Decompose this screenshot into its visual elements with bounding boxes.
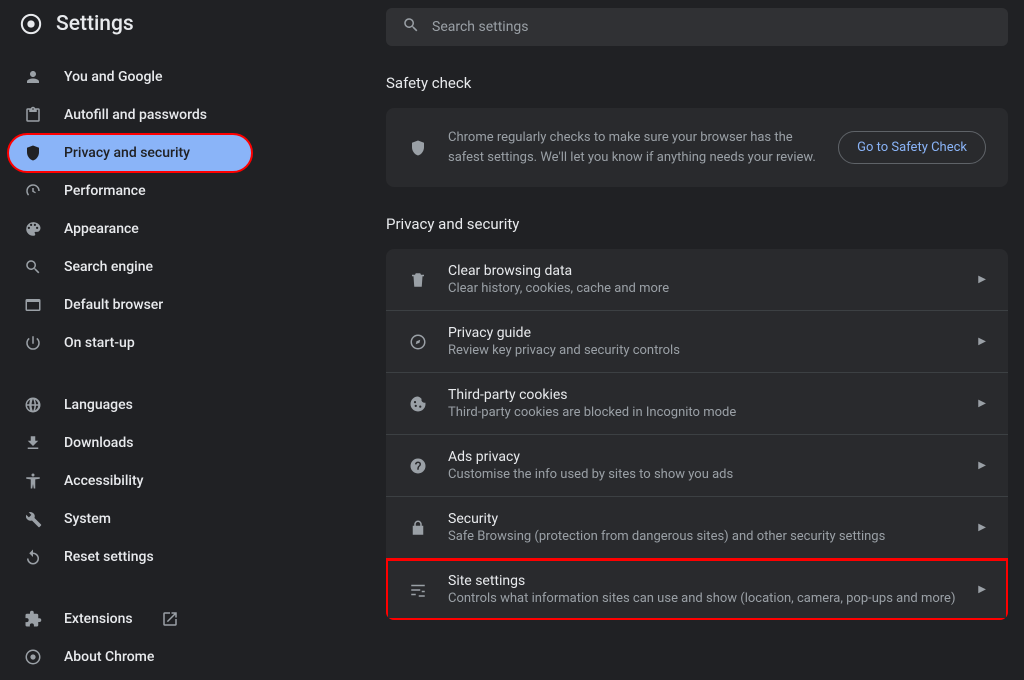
speedometer-icon	[24, 182, 42, 200]
chevron-right-icon: ▶	[978, 274, 986, 285]
list-item-site-settings[interactable]: Site settings Controls what information …	[386, 559, 1008, 620]
sidebar-item-languages[interactable]: Languages	[8, 386, 252, 424]
person-icon	[24, 68, 42, 86]
sidebar-item-performance[interactable]: Performance	[8, 172, 252, 210]
nav-secondary: Languages Downloads Accessibility System…	[0, 382, 260, 580]
sidebar-item-downloads[interactable]: Downloads	[8, 424, 252, 462]
chevron-right-icon: ▶	[978, 460, 986, 471]
go-to-safety-check-button[interactable]: Go to Safety Check	[838, 131, 986, 164]
sidebar-item-label: Privacy and security	[64, 145, 190, 161]
sidebar-item-label: Extensions	[64, 611, 133, 627]
chevron-right-icon: ▶	[978, 336, 986, 347]
sidebar-item-you-and-google[interactable]: You and Google	[8, 58, 252, 96]
chrome-logo-icon	[20, 13, 42, 35]
sidebar-item-label: You and Google	[64, 69, 162, 85]
nav-primary: You and Google Autofill and passwords Pr…	[0, 54, 260, 366]
list-item-privacy-guide[interactable]: Privacy guide Review key privacy and sec…	[386, 311, 1008, 373]
sidebar-item-autofill[interactable]: Autofill and passwords	[8, 96, 252, 134]
list-item-subtitle: Third-party cookies are blocked in Incog…	[448, 405, 958, 420]
sidebar-item-appearance[interactable]: Appearance	[8, 210, 252, 248]
list-item-subtitle: Review key privacy and security controls	[448, 343, 958, 358]
sidebar-item-label: Appearance	[64, 221, 139, 237]
list-item-title: Ads privacy	[448, 449, 958, 465]
search-icon	[24, 258, 42, 276]
list-item-title: Clear browsing data	[448, 263, 958, 279]
sidebar-item-label: System	[64, 511, 111, 527]
list-item-title: Security	[448, 511, 958, 527]
sidebar-item-accessibility[interactable]: Accessibility	[8, 462, 252, 500]
sidebar-item-default-browser[interactable]: Default browser	[8, 286, 252, 324]
list-item-third-party-cookies[interactable]: Third-party cookies Third-party cookies …	[386, 373, 1008, 435]
search-icon	[402, 16, 420, 38]
nav-tertiary: Extensions About Chrome	[0, 596, 260, 680]
search-input[interactable]	[432, 19, 992, 35]
chevron-right-icon: ▶	[978, 584, 986, 595]
sidebar-item-label: Accessibility	[64, 473, 143, 489]
sidebar-item-search-engine[interactable]: Search engine	[8, 248, 252, 286]
list-item-subtitle: Safe Browsing (protection from dangerous…	[448, 529, 958, 544]
sidebar-header: Settings	[0, 0, 260, 54]
sidebar-item-label: Search engine	[64, 259, 153, 275]
sidebar-item-label: Languages	[64, 397, 133, 413]
trash-icon	[408, 271, 428, 289]
list-item-title: Third-party cookies	[448, 387, 958, 403]
accessibility-icon	[24, 472, 42, 490]
section-title-safety: Safety check	[386, 74, 1008, 92]
globe-icon	[24, 396, 42, 414]
section-title-privacy: Privacy and security	[386, 215, 1008, 233]
sidebar-item-label: Downloads	[64, 435, 133, 451]
privacy-list: Clear browsing data Clear history, cooki…	[386, 249, 1008, 620]
list-item-ads-privacy[interactable]: Ads privacy Customise the info used by s…	[386, 435, 1008, 497]
clipboard-icon	[24, 106, 42, 124]
search-bar[interactable]	[386, 8, 1008, 46]
wrench-icon	[24, 510, 42, 528]
extension-icon	[24, 610, 42, 628]
tune-icon	[408, 581, 428, 599]
sidebar-item-system[interactable]: System	[8, 500, 252, 538]
main-content: Safety check Chrome regularly checks to …	[260, 0, 1024, 623]
list-item-security[interactable]: Security Safe Browsing (protection from …	[386, 497, 1008, 559]
sidebar: Settings You and Google Autofill and pas…	[0, 0, 260, 623]
safety-check-description: Chrome regularly checks to make sure you…	[448, 128, 818, 167]
sidebar-item-label: Autofill and passwords	[64, 107, 207, 123]
list-item-clear-browsing-data[interactable]: Clear browsing data Clear history, cooki…	[386, 249, 1008, 311]
sidebar-item-label: Performance	[64, 183, 146, 199]
reset-icon	[24, 548, 42, 566]
list-item-subtitle: Clear history, cookies, cache and more	[448, 281, 958, 296]
chevron-right-icon: ▶	[978, 398, 986, 409]
ads-icon	[408, 457, 428, 475]
palette-icon	[24, 220, 42, 238]
sidebar-item-label: Reset settings	[64, 549, 154, 565]
browser-icon	[24, 296, 42, 314]
safety-check-card: Chrome regularly checks to make sure you…	[386, 108, 1008, 187]
chrome-icon	[24, 648, 42, 666]
compass-icon	[408, 333, 428, 351]
sidebar-item-reset-settings[interactable]: Reset settings	[8, 538, 252, 576]
sidebar-item-privacy-security[interactable]: Privacy and security	[8, 134, 252, 172]
list-item-title: Site settings	[448, 573, 958, 589]
sidebar-item-extensions[interactable]: Extensions	[8, 600, 252, 638]
sidebar-item-on-startup[interactable]: On start-up	[8, 324, 252, 362]
shield-icon	[24, 144, 42, 162]
list-item-subtitle: Controls what information sites can use …	[448, 591, 958, 606]
sidebar-item-about-chrome[interactable]: About Chrome	[8, 638, 252, 676]
shield-icon	[408, 139, 428, 157]
list-item-subtitle: Customise the info used by sites to show…	[448, 467, 958, 482]
sidebar-item-label: About Chrome	[64, 649, 154, 665]
list-item-title: Privacy guide	[448, 325, 958, 341]
lock-icon	[408, 519, 428, 537]
chevron-right-icon: ▶	[978, 522, 986, 533]
page-title: Settings	[56, 12, 134, 36]
sidebar-item-label: Default browser	[64, 297, 163, 313]
download-icon	[24, 434, 42, 452]
power-icon	[24, 334, 42, 352]
external-link-icon	[161, 610, 179, 628]
cookie-icon	[408, 395, 428, 413]
sidebar-item-label: On start-up	[64, 335, 135, 351]
